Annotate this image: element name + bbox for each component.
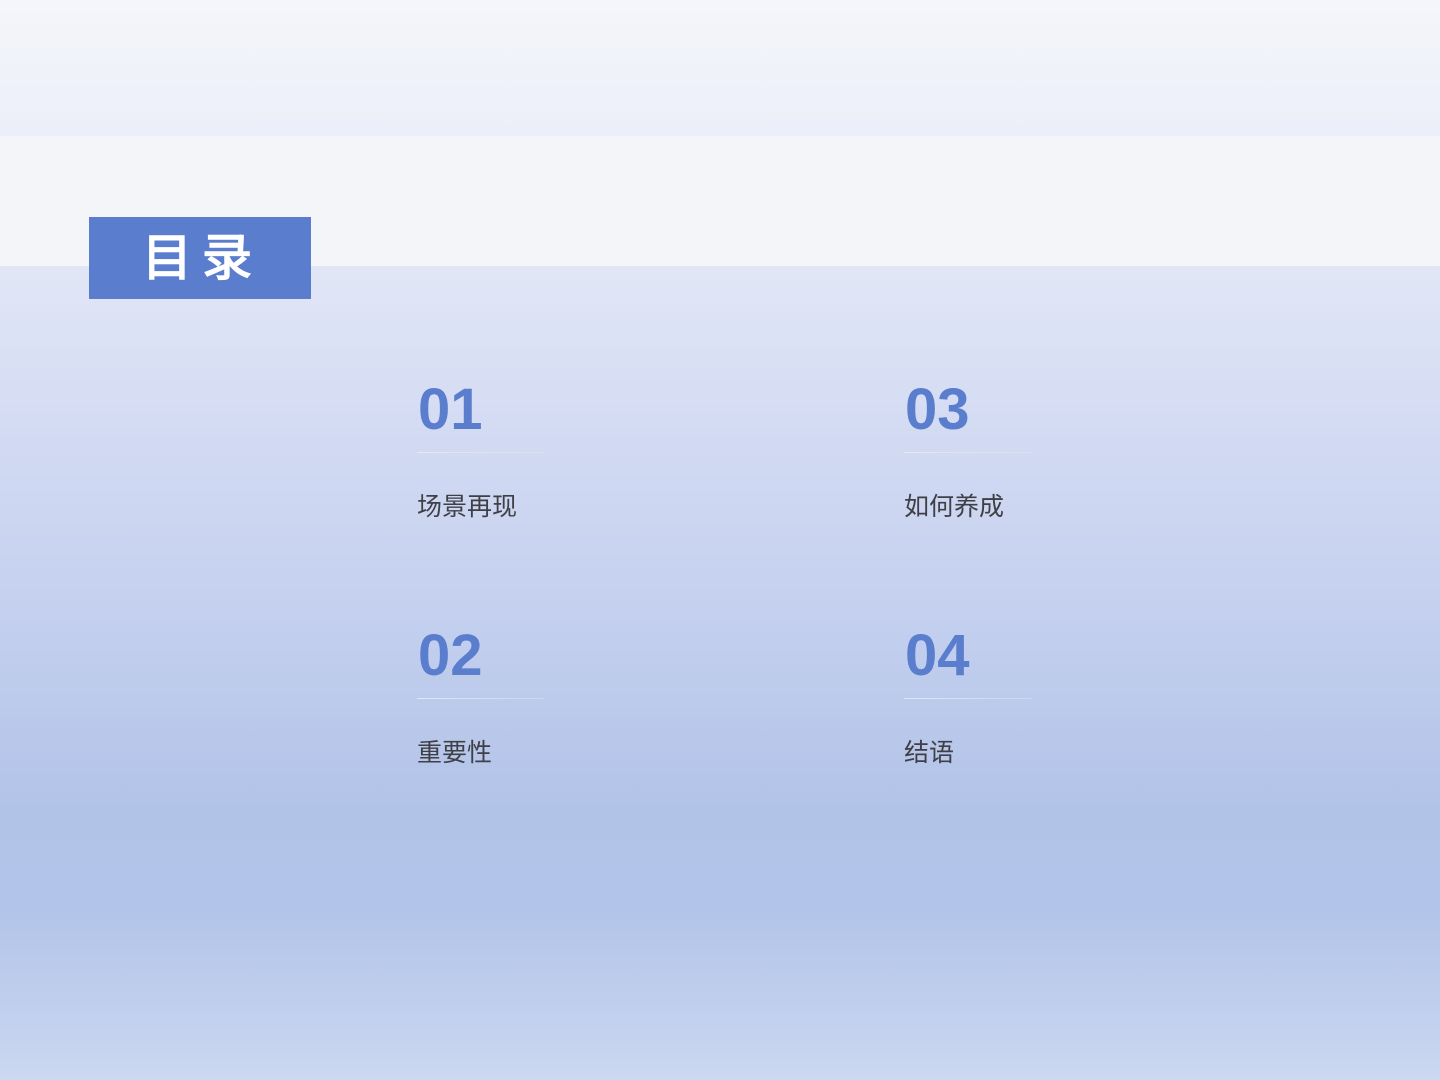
divider	[417, 698, 545, 699]
toc-item-number: 03	[905, 377, 970, 442]
toc-item-04: 04 结语	[904, 627, 1204, 765]
toc-item-01: 01 场景再现	[417, 381, 717, 519]
toc-item-number: 02	[418, 623, 483, 688]
toc-item-label: 场景再现	[417, 492, 518, 521]
divider	[417, 452, 545, 453]
toc-item-number: 04	[905, 623, 970, 688]
toc-item-label: 重要性	[417, 738, 493, 767]
toc-item-label: 结语	[904, 738, 955, 767]
toc-item-02: 02 重要性	[417, 627, 717, 765]
toc-item-number: 01	[418, 377, 483, 442]
divider	[904, 452, 1032, 453]
page-title: 目录	[142, 229, 262, 287]
divider	[904, 698, 1032, 699]
toc-item-label: 如何养成	[904, 492, 1005, 521]
toc-item-03: 03 如何养成	[904, 381, 1204, 519]
title-box: 目录	[89, 217, 311, 299]
